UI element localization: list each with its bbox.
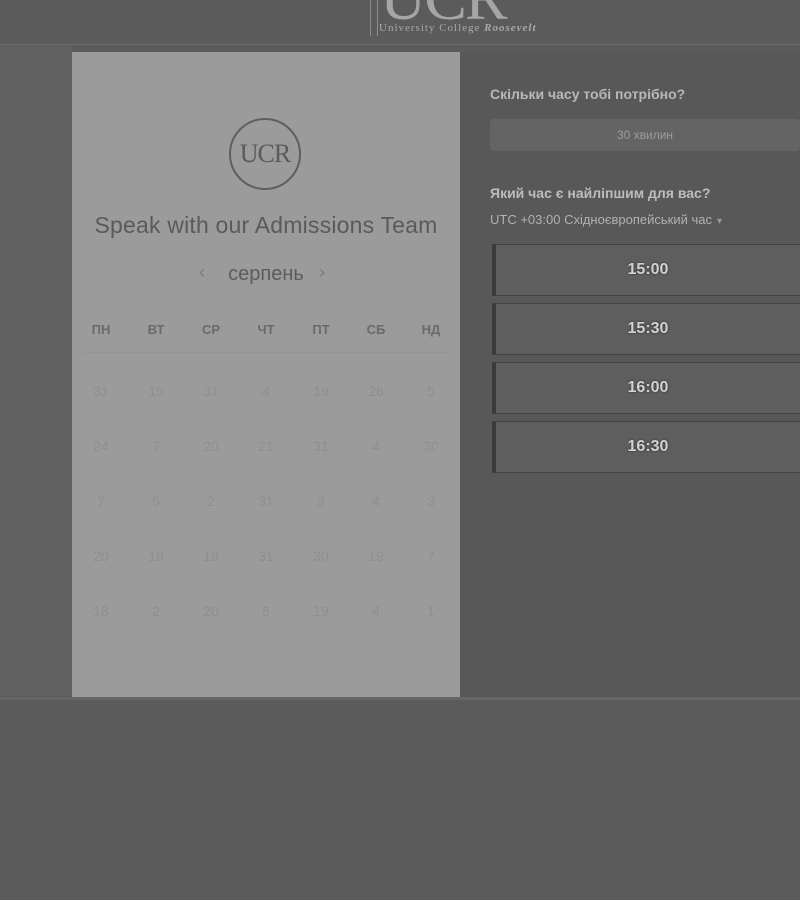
timezone-label: UTC +03:00 Східноєвропейський час [490, 212, 712, 227]
page-left-margin [0, 46, 72, 696]
time-slot-button[interactable]: 15:30 [492, 303, 800, 355]
weekday-sat: СБ [366, 322, 386, 337]
time-slot-button[interactable]: 15:00 [492, 244, 800, 296]
calendar-day: 26 [368, 383, 384, 399]
calendar-day: 2 [207, 493, 215, 509]
month-label: серпень [228, 263, 304, 285]
time-question: Який час є найліпшим для вас? [490, 185, 711, 201]
calendar-day: 7 [152, 438, 160, 454]
weekday-sun: НД [421, 322, 441, 337]
next-month-icon[interactable]: › [319, 262, 325, 283]
calendar-day: 2 [152, 603, 160, 619]
card-logo: UCR [229, 118, 301, 190]
time-slot-button[interactable]: 16:00 [492, 362, 800, 414]
time-slot-button[interactable]: 16:30 [492, 421, 800, 473]
calendar-day: 19 [148, 548, 164, 564]
calendar-week: 7 5 2 31 3 4 3 [72, 462, 460, 517]
month-navigation: ‹ серпень › [72, 262, 460, 286]
weekday-wed: СР [201, 322, 221, 337]
calendar-day: 19 [313, 603, 329, 619]
calendar-day: 31 [93, 383, 109, 399]
calendar-week: 24 7 20 21 31 4 30 [72, 407, 460, 462]
timezone-dropdown[interactable]: UTC +03:00 Східноєвропейський час ▾ [490, 212, 722, 227]
calendar-day: 30 [313, 548, 329, 564]
calendar-card: UCR Speak with our Admissions Team ‹ сер… [72, 52, 460, 697]
calendar-week: 18 2 20 6 19 4 1 [72, 572, 460, 627]
calendar-day: 20 [203, 603, 219, 619]
card-title: Speak with our Admissions Team [94, 212, 438, 238]
calendar-day: 5 [427, 383, 435, 399]
header-logo[interactable]: UCR University College Roosevelt [370, 0, 555, 40]
calendar-day: 19 [368, 548, 384, 564]
calendar-day: 7 [427, 548, 435, 564]
calendar-day: 31 [313, 438, 329, 454]
calendar-day: 6 [262, 603, 270, 619]
header-divider [0, 44, 800, 45]
calendar-day: 31 [258, 548, 274, 564]
logo-subtitle: University College Roosevelt [379, 22, 537, 34]
calendar-day: 20 [203, 438, 219, 454]
frame-bottom-border [0, 697, 800, 700]
calendar-day: 19 [203, 548, 219, 564]
prev-month-icon[interactable]: ‹ [199, 262, 205, 283]
weekday-mon: ПН [91, 322, 111, 337]
calendar-day: 1 [427, 603, 435, 619]
calendar-day: 18 [93, 603, 109, 619]
calendar-week: 31 15 31 4 19 26 5 [72, 352, 460, 407]
calendar-day: 4 [262, 383, 270, 399]
calendar-day: 19 [313, 383, 329, 399]
calendar-day: 3 [317, 493, 325, 509]
logo-subtitle-bold: Roosevelt [484, 22, 537, 34]
weekday-fri: ПТ [312, 322, 330, 337]
calendar-day: 7 [97, 493, 105, 509]
calendar-day: 31 [258, 493, 274, 509]
weekday-header: ПН ВТ СР ЧТ ПТ СБ НД [72, 322, 460, 338]
logo-bar [370, 0, 378, 36]
chevron-down-icon: ▾ [716, 216, 722, 227]
logo-subtitle-text: University College [379, 22, 481, 34]
calendar-day: 30 [423, 438, 439, 454]
booking-panel: Скільки часу тобі потрібно? 30 хвилин Як… [460, 52, 800, 697]
card-logo-text: UCR [239, 139, 291, 168]
duration-select[interactable]: 30 хвилин [490, 119, 800, 151]
calendar-day: 21 [258, 438, 274, 454]
calendar-day: 3 [427, 493, 435, 509]
calendar-week: 20 19 19 31 30 19 7 [72, 517, 460, 572]
duration-question: Скільки часу тобі потрібно? [490, 86, 686, 102]
calendar-day: 5 [152, 493, 160, 509]
calendar-day: 15 [148, 383, 164, 399]
calendar-day: 24 [93, 438, 109, 454]
calendar-day: 4 [372, 493, 380, 509]
weekday-thu: ЧТ [257, 322, 275, 337]
weekday-tue: ВТ [147, 322, 165, 337]
calendar-day: 31 [203, 383, 219, 399]
week-divider [82, 352, 450, 353]
calendar-day: 20 [93, 548, 109, 564]
calendar-day: 4 [372, 603, 380, 619]
calendar-day: 4 [372, 438, 380, 454]
calendar-grid: 31 15 31 4 19 26 5 24 7 20 21 31 4 30 7 … [72, 352, 460, 627]
